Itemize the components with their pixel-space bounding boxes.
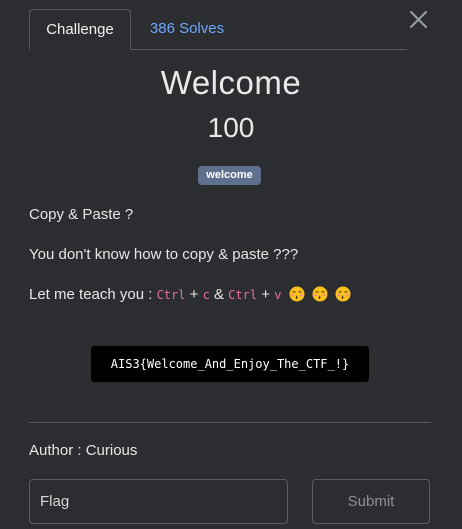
tab-solves[interactable]: 386 Solves [139, 9, 235, 49]
divider [29, 422, 431, 423]
plus-text: + [185, 286, 203, 303]
author-label: Author : Curious [29, 442, 138, 459]
inline-code-ctrl: Ctrl [156, 288, 186, 302]
inline-code-ctrl: Ctrl [228, 288, 258, 302]
kissing-face-icon [312, 286, 328, 302]
description-line-shortcuts: Let me teach you : Ctrl + c & Ctrl + v [29, 286, 351, 303]
description-text: Let me teach you : [29, 286, 157, 303]
flag-input[interactable] [29, 479, 288, 524]
description-line: You don't know how to copy & paste ??? [29, 246, 299, 263]
inline-code-v: v [274, 288, 282, 302]
flag-code-block[interactable]: AIS3{Welcome_And_Enjoy_The_CTF_!} [91, 346, 369, 382]
submit-button[interactable]: Submit [312, 479, 430, 524]
close-icon[interactable] [406, 8, 430, 32]
ampersand-text: & [209, 286, 229, 303]
tab-challenge[interactable]: Challenge [29, 9, 131, 50]
kissing-face-icon [289, 286, 305, 302]
inline-code-c: c [202, 288, 210, 302]
plus-text: + [257, 286, 275, 303]
challenge-points: 100 [207, 112, 255, 143]
description-line: Copy & Paste ? [29, 206, 134, 223]
challenge-tag: welcome [198, 166, 261, 185]
challenge-title: Welcome [160, 64, 302, 101]
challenge-tabs: Challenge 386 Solves [29, 9, 407, 50]
kissing-face-icon [335, 286, 351, 302]
